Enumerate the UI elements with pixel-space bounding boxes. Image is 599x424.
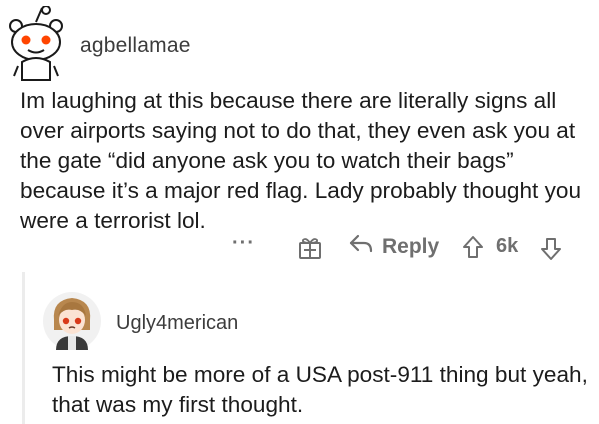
upvote-arrow-icon[interactable] [462, 235, 484, 259]
comment-body: This might be more of a USA post-911 thi… [52, 362, 588, 417]
reply-arrow-icon [348, 233, 374, 261]
snoo-avatar-icon[interactable] [4, 5, 68, 82]
reply-button[interactable]: Reply [348, 233, 439, 261]
more-options-icon[interactable]: ··· [232, 233, 255, 253]
comment-username[interactable]: Ugly4merican [116, 312, 238, 335]
custom-avatar-icon[interactable] [42, 290, 102, 352]
downvote-arrow-icon[interactable] [540, 237, 562, 261]
comment-action-bar: ··· Reply 6k [0, 230, 599, 266]
thread-line[interactable] [22, 272, 25, 424]
comment-username[interactable]: agbellamae [80, 34, 191, 58]
vote-score: 6k [496, 235, 519, 257]
comment-body: Im laughing at this because there are li… [20, 88, 582, 233]
reply-label: Reply [382, 235, 440, 258]
award-gift-icon[interactable] [298, 236, 322, 260]
